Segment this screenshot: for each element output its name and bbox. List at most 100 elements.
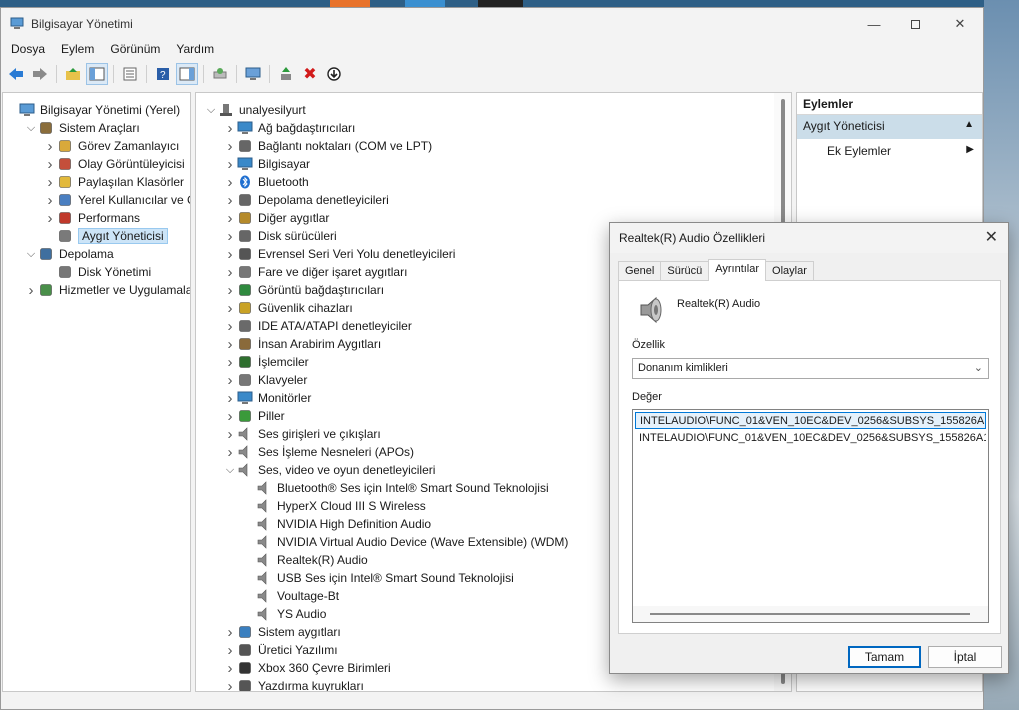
chevron-down-icon[interactable]: ⌵ xyxy=(24,122,38,135)
value-item[interactable]: INTELAUDIO\FUNC_01&VEN_10EC&DEV_0256&SUB… xyxy=(635,430,986,447)
back-button[interactable] xyxy=(5,63,27,85)
chevron-right-icon[interactable]: › xyxy=(223,444,237,461)
device-tree-item[interactable]: USB Ses için Intel® Smart Sound Teknoloj… xyxy=(242,569,514,587)
chevron-right-icon[interactable]: › xyxy=(43,210,57,227)
device-tree-item[interactable]: Bluetooth® Ses için Intel® Smart Sound T… xyxy=(242,479,549,497)
console-tree-item[interactable]: › Yerel Kullanıcılar ve Gru xyxy=(43,191,191,209)
title-bar[interactable]: Bilgisayar Yönetimi — ✕ xyxy=(1,8,983,40)
device-tree-item[interactable]: › Ses girişleri ve çıkışları xyxy=(223,425,381,443)
console-tree-item[interactable]: Disk Yönetimi xyxy=(43,263,151,281)
device-tree-item[interactable]: › Güvenlik cihazları xyxy=(223,299,353,317)
device-tree-item[interactable]: › IDE ATA/ATAPI denetleyiciler xyxy=(223,317,412,335)
device-tree-item[interactable]: › Yazdırma kuyrukları xyxy=(223,677,364,692)
chevron-right-icon[interactable]: › xyxy=(223,210,237,227)
update-driver-button[interactable] xyxy=(275,63,297,85)
chevron-right-icon[interactable]: › xyxy=(43,138,57,155)
device-tree-item[interactable]: ⌵ Ses, video ve oyun denetleyicileri xyxy=(223,461,436,479)
device-tree-item[interactable]: › Piller xyxy=(223,407,285,425)
help-button[interactable]: ? xyxy=(152,63,174,85)
dialog-title-bar[interactable]: Realtek(R) Audio Özellikleri ✕ xyxy=(610,223,1008,253)
scan-hardware-button[interactable] xyxy=(209,63,231,85)
device-tree-item[interactable]: › Bağlantı noktaları (COM ve LPT) xyxy=(223,137,433,155)
device-tree-item[interactable]: NVIDIA Virtual Audio Device (Wave Extens… xyxy=(242,533,568,551)
chevron-right-icon[interactable]: › xyxy=(223,282,237,299)
chevron-right-icon[interactable]: › xyxy=(24,282,38,299)
actions-section-device-manager[interactable]: Aygıt Yöneticisi ▲ xyxy=(797,115,982,139)
device-tree-item[interactable]: › Bilgisayar xyxy=(223,155,311,173)
chevron-down-icon[interactable]: ⌵ xyxy=(223,464,237,477)
device-tree-item[interactable]: HyperX Cloud III S Wireless xyxy=(242,497,426,515)
ok-button[interactable]: Tamam xyxy=(848,646,921,668)
device-tree-item[interactable]: › Fare ve diğer işaret aygıtları xyxy=(223,263,408,281)
device-tree-item[interactable]: Realtek(R) Audio xyxy=(242,551,368,569)
console-tree-item[interactable]: › Hizmetler ve Uygulamalar xyxy=(24,281,191,299)
chevron-right-icon[interactable]: › xyxy=(223,156,237,173)
chevron-right-icon[interactable]: › xyxy=(43,192,57,209)
more-actions-item[interactable]: Ek Eylemler ▶ xyxy=(797,139,982,163)
tab-driver[interactable]: Sürücü xyxy=(660,261,710,281)
chevron-right-icon[interactable]: › xyxy=(223,372,237,389)
device-tree-item[interactable]: YS Audio xyxy=(242,605,326,623)
device-tree-item[interactable]: › Ağ bağdaştırıcıları xyxy=(223,119,356,137)
chevron-right-icon[interactable]: › xyxy=(223,642,237,659)
console-tree-item[interactable]: Aygıt Yöneticisi xyxy=(43,227,168,245)
close-button[interactable]: ✕ xyxy=(937,8,983,40)
device-tree-item[interactable]: › Depolama denetleyicileri xyxy=(223,191,389,209)
chevron-right-icon[interactable]: › xyxy=(223,300,237,317)
menu-action[interactable]: Eylem xyxy=(53,40,102,60)
device-tree-item[interactable]: › Ses İşleme Nesneleri (APOs) xyxy=(223,443,415,461)
device-tree-item[interactable]: › Bluetooth xyxy=(223,173,309,191)
device-tree-item[interactable]: NVIDIA High Definition Audio xyxy=(242,515,431,533)
property-select[interactable]: Donanım kimlikleri ⌄ xyxy=(632,358,989,379)
chevron-down-icon[interactable]: ⌵ xyxy=(204,104,218,117)
horizontal-scrollbar[interactable] xyxy=(633,606,988,622)
console-tree-item[interactable]: ⌵ Depolama xyxy=(24,245,114,263)
dialog-close-button[interactable]: ✕ xyxy=(985,227,998,247)
console-tree-item[interactable]: › Paylaşılan Klasörler xyxy=(43,173,185,191)
cancel-button[interactable]: İptal xyxy=(928,646,1002,668)
uninstall-device-button[interactable]: ✖ xyxy=(299,63,321,85)
device-tree-item[interactable]: › Diğer aygıtlar xyxy=(223,209,330,227)
console-tree-item[interactable]: › Olay Görüntüleyicisi xyxy=(43,155,185,173)
chevron-right-icon[interactable]: › xyxy=(223,660,237,677)
chevron-right-icon[interactable]: › xyxy=(223,678,237,692)
show-hide-tree-button[interactable] xyxy=(86,63,108,85)
tab-details[interactable]: Ayrıntılar xyxy=(708,259,767,281)
chevron-right-icon[interactable]: › xyxy=(223,120,237,137)
chevron-right-icon[interactable]: › xyxy=(223,138,237,155)
chevron-right-icon[interactable]: › xyxy=(43,174,57,191)
chevron-right-icon[interactable]: › xyxy=(223,192,237,209)
chevron-right-icon[interactable]: › xyxy=(223,228,237,245)
device-tree-item[interactable]: › Sistem aygıtları xyxy=(223,623,341,641)
device-tree-item[interactable]: › Görüntü bağdaştırıcıları xyxy=(223,281,385,299)
menu-help[interactable]: Yardım xyxy=(168,40,222,60)
device-tree-item[interactable]: › İşlemciler xyxy=(223,353,309,371)
chevron-right-icon[interactable]: › xyxy=(223,174,237,191)
device-tree-item[interactable]: Voultage-Bt xyxy=(242,587,339,605)
device-tree-item[interactable]: › İnsan Arabirim Aygıtları xyxy=(223,335,382,353)
chevron-right-icon[interactable]: › xyxy=(223,426,237,443)
chevron-down-icon[interactable]: ⌵ xyxy=(24,248,38,261)
menu-view[interactable]: Görünüm xyxy=(102,40,168,60)
minimize-button[interactable]: — xyxy=(851,8,897,40)
maximize-button[interactable] xyxy=(892,8,938,40)
chevron-right-icon[interactable]: › xyxy=(223,624,237,641)
device-tree-item[interactable]: › Evrensel Seri Veri Yolu denetleyicileri xyxy=(223,245,456,263)
chevron-right-icon[interactable]: › xyxy=(223,318,237,335)
device-tree-item[interactable]: ⌵ unalyesilyurt xyxy=(204,101,306,119)
monitor-button[interactable] xyxy=(242,63,264,85)
value-item[interactable]: INTELAUDIO\FUNC_01&VEN_10EC&DEV_0256&SUB… xyxy=(635,412,986,429)
scrollbar-thumb[interactable] xyxy=(650,613,970,615)
console-tree-item[interactable]: › Görev Zamanlayıcı xyxy=(43,137,180,155)
console-tree-item[interactable]: › Performans xyxy=(43,209,141,227)
chevron-right-icon[interactable]: › xyxy=(223,408,237,425)
disable-device-button[interactable] xyxy=(323,63,345,85)
tab-general[interactable]: Genel xyxy=(618,261,662,281)
device-tree-item[interactable]: › Klavyeler xyxy=(223,371,308,389)
device-tree-item[interactable]: › Üretici Yazılımı xyxy=(223,641,338,659)
menu-file[interactable]: Dosya xyxy=(3,40,53,60)
chevron-right-icon[interactable]: › xyxy=(43,156,57,173)
action-pane-button[interactable] xyxy=(176,63,198,85)
console-tree-item[interactable]: ⌵ Sistem Araçları xyxy=(24,119,140,137)
console-tree-item[interactable]: Bilgisayar Yönetimi (Yerel) xyxy=(5,101,180,119)
